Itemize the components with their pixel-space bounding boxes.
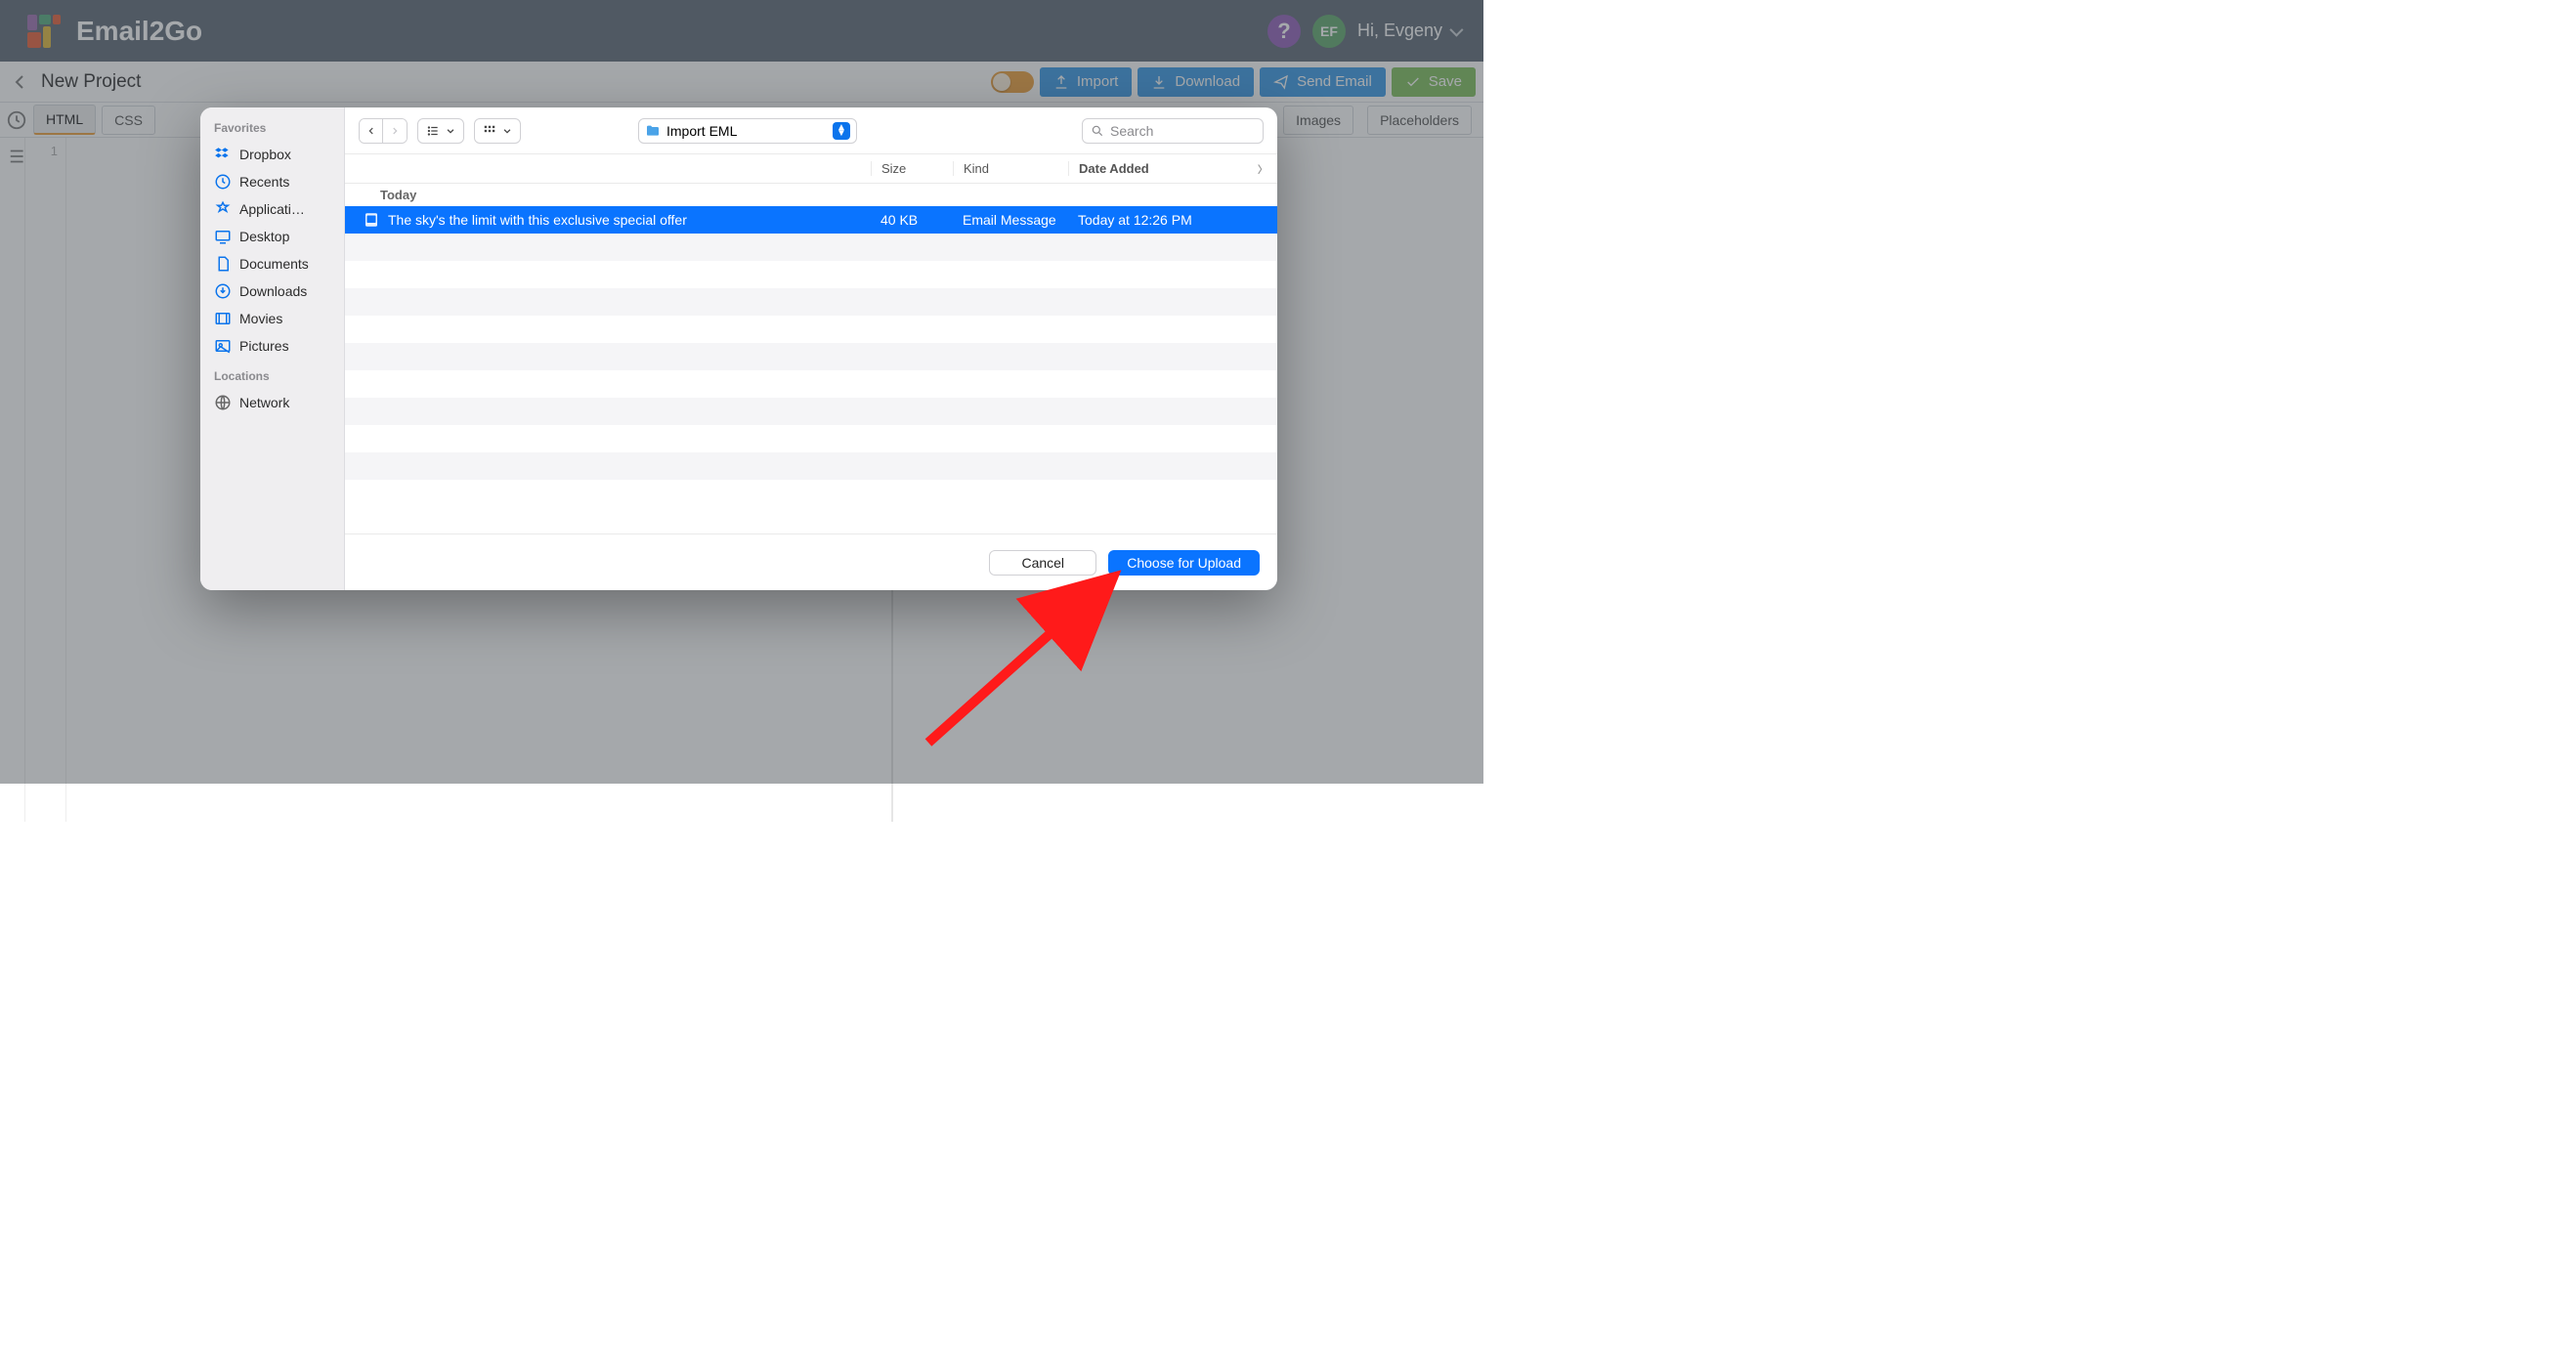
movies-icon bbox=[214, 310, 232, 327]
file-row-empty bbox=[345, 425, 1277, 452]
locations-header: Locations bbox=[200, 369, 344, 389]
file-row-empty bbox=[345, 343, 1277, 370]
file-row-empty bbox=[345, 234, 1277, 261]
sidebar-item-movies[interactable]: Movies bbox=[200, 305, 344, 332]
view-list-button[interactable] bbox=[417, 118, 464, 144]
dropbox-icon bbox=[214, 146, 232, 163]
sidebar-label: Documents bbox=[239, 256, 309, 272]
search-placeholder: Search bbox=[1110, 123, 1153, 139]
updown-icon: ▲▼ bbox=[833, 122, 850, 140]
file-row-empty bbox=[345, 261, 1277, 288]
file-row[interactable]: The sky's the limit with this exclusive … bbox=[345, 206, 1277, 234]
sidebar-item-desktop[interactable]: Desktop bbox=[200, 223, 344, 250]
file-row-empty bbox=[345, 452, 1277, 480]
sidebar-item-recents[interactable]: Recents bbox=[200, 168, 344, 195]
favorites-header: Favorites bbox=[200, 121, 344, 141]
sidebar-item-dropbox[interactable]: Dropbox bbox=[200, 141, 344, 168]
sidebar-item-downloads[interactable]: Downloads bbox=[200, 277, 344, 305]
folder-icon bbox=[645, 123, 661, 139]
nav-forward-button[interactable] bbox=[383, 119, 407, 143]
file-name: The sky's the limit with this exclusive … bbox=[388, 212, 687, 228]
file-kind: Email Message bbox=[953, 212, 1068, 228]
column-date[interactable]: Date Added〉 bbox=[1068, 161, 1277, 176]
sidebar-label: Downloads bbox=[239, 283, 307, 299]
sidebar-label: Recents bbox=[239, 174, 289, 190]
file-row-empty bbox=[345, 316, 1277, 343]
downloads-icon bbox=[214, 282, 232, 300]
network-icon bbox=[214, 394, 232, 411]
nav-back-button[interactable] bbox=[360, 119, 383, 143]
file-open-dialog: Favorites Dropbox Recents Applicati… Des… bbox=[200, 107, 1277, 590]
file-dialog-toolbar: Import EML ▲▼ Search bbox=[345, 107, 1277, 154]
dialog-footer: Cancel Choose for Upload bbox=[345, 534, 1277, 590]
grid-icon bbox=[483, 124, 496, 138]
location-dropdown[interactable]: Import EML ▲▼ bbox=[638, 118, 857, 144]
sidebar-item-documents[interactable]: Documents bbox=[200, 250, 344, 277]
file-dialog-sidebar: Favorites Dropbox Recents Applicati… Des… bbox=[200, 107, 345, 590]
sidebar-item-applications[interactable]: Applicati… bbox=[200, 195, 344, 223]
list-icon bbox=[426, 124, 440, 138]
cancel-button[interactable]: Cancel bbox=[989, 550, 1096, 576]
eml-file-icon bbox=[363, 211, 380, 229]
sidebar-label: Applicati… bbox=[239, 201, 305, 217]
sidebar-label: Pictures bbox=[239, 338, 289, 354]
sidebar-item-pictures[interactable]: Pictures bbox=[200, 332, 344, 360]
date-group-today: Today bbox=[345, 184, 1277, 206]
choose-for-upload-button[interactable]: Choose for Upload bbox=[1108, 550, 1260, 576]
file-size: 40 KB bbox=[871, 212, 953, 228]
sidebar-label: Dropbox bbox=[239, 147, 291, 162]
pictures-icon bbox=[214, 337, 232, 355]
location-label: Import EML bbox=[666, 123, 737, 139]
applications-icon bbox=[214, 200, 232, 218]
nav-back-forward bbox=[359, 118, 408, 144]
column-kind[interactable]: Kind bbox=[953, 161, 1068, 176]
search-icon bbox=[1091, 124, 1104, 138]
chevron-down-icon bbox=[446, 126, 455, 136]
desktop-icon bbox=[214, 228, 232, 245]
sidebar-label: Movies bbox=[239, 311, 282, 326]
file-date: Today at 12:26 PM bbox=[1068, 212, 1277, 228]
file-list: Today The sky's the limit with this excl… bbox=[345, 184, 1277, 534]
sort-chevron-icon: 〉 bbox=[1258, 161, 1267, 176]
document-icon bbox=[214, 255, 232, 273]
view-grid-button[interactable] bbox=[474, 118, 521, 144]
file-row-empty bbox=[345, 288, 1277, 316]
sidebar-label: Desktop bbox=[239, 229, 289, 244]
file-row-empty bbox=[345, 398, 1277, 425]
sidebar-label: Network bbox=[239, 395, 289, 410]
search-field[interactable]: Search bbox=[1082, 118, 1264, 144]
chevron-down-icon bbox=[502, 126, 512, 136]
sidebar-item-network[interactable]: Network bbox=[200, 389, 344, 416]
file-row-empty bbox=[345, 370, 1277, 398]
file-columns: Size Kind Date Added〉 bbox=[345, 154, 1277, 184]
clock-icon bbox=[214, 173, 232, 191]
column-size[interactable]: Size bbox=[871, 161, 953, 176]
